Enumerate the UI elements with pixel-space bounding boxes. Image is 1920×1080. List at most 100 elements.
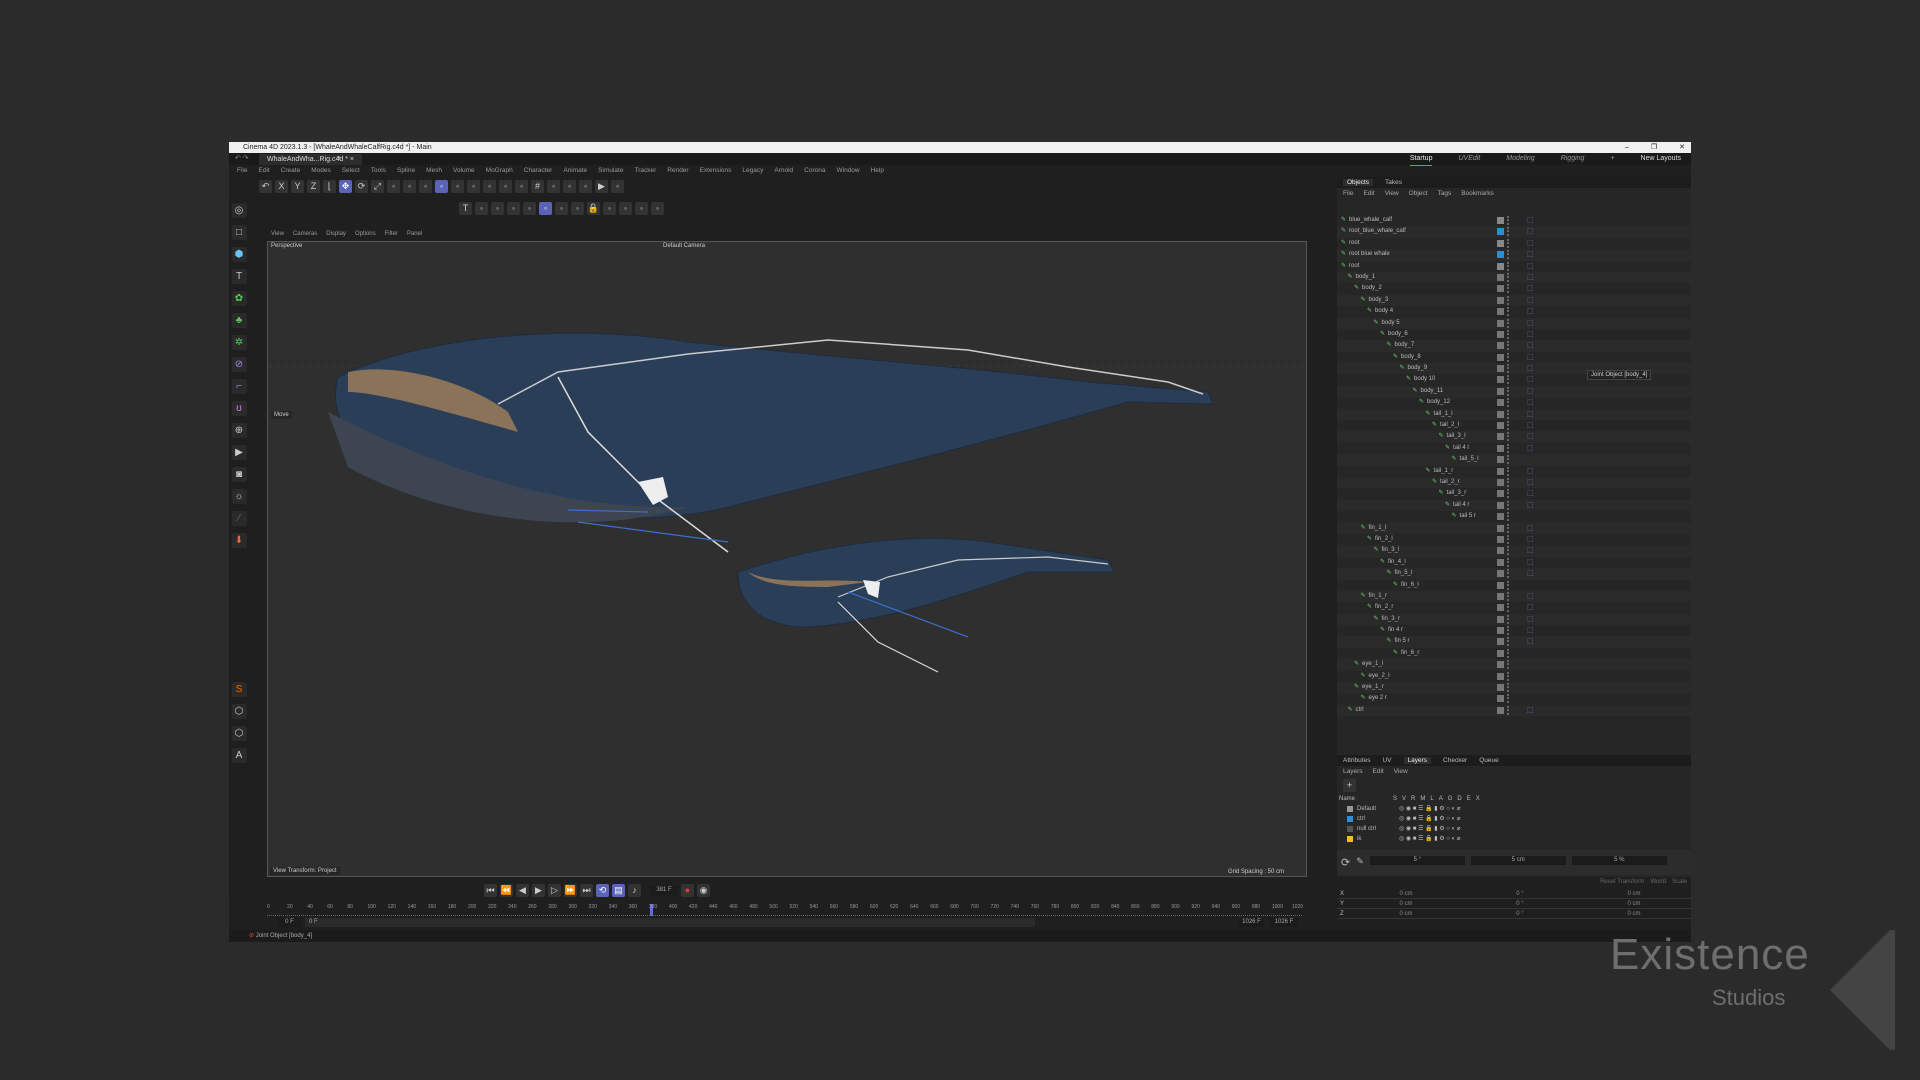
visibility-dots[interactable] bbox=[1507, 421, 1509, 431]
object-row[interactable]: ✎ tail_3_l ⬚ bbox=[1337, 431, 1691, 443]
object-row[interactable]: ✎ body 4 ⬚ bbox=[1337, 306, 1691, 317]
layer-swatch[interactable] bbox=[1497, 285, 1504, 293]
ik-tag-icon[interactable]: ⬚ bbox=[1527, 386, 1534, 397]
object-row[interactable]: ✎ root ⬚ bbox=[1337, 238, 1691, 249]
ik-tag-icon[interactable]: ⬚ bbox=[1527, 636, 1534, 647]
undo-icon[interactable]: ↶ bbox=[259, 180, 272, 193]
layer-swatch[interactable] bbox=[1497, 604, 1504, 612]
objects-menu-tags[interactable]: Tags bbox=[1437, 190, 1451, 197]
ik-tag-icon[interactable]: ⬚ bbox=[1527, 226, 1534, 237]
object-row[interactable]: ✎ fin_3_l ⬚ bbox=[1337, 545, 1691, 557]
texture-mode-icon[interactable]: ◦ bbox=[451, 180, 464, 193]
layer-toggles-icon[interactable]: ◎ ◉ ■ ☰ 🔒 ▮ ⚙ ○ ◐ ⌀ bbox=[1399, 834, 1461, 844]
current-frame-field[interactable]: 381 F bbox=[650, 886, 678, 895]
layer-swatch[interactable] bbox=[1497, 376, 1504, 384]
layer-swatch[interactable] bbox=[1497, 592, 1504, 600]
object-row[interactable]: ✎ fin_3_r ⬚ bbox=[1337, 613, 1691, 626]
object-row[interactable]: ✎ tail_3_r ⬚ bbox=[1337, 488, 1691, 499]
ik-tag-icon[interactable]: ⬚ bbox=[1527, 238, 1534, 249]
layer-swatch[interactable] bbox=[1497, 672, 1504, 680]
rectangle-icon[interactable]: □ bbox=[231, 225, 247, 240]
visibility-dots[interactable] bbox=[1507, 307, 1509, 317]
end-frame-field[interactable]: 1026 F bbox=[1269, 918, 1299, 927]
visibility-dots[interactable] bbox=[1507, 603, 1509, 613]
ik-tag-icon[interactable]: ⬚ bbox=[1527, 363, 1534, 374]
preview-end-field[interactable]: 1026 F bbox=[1239, 918, 1264, 927]
menu-animate[interactable]: Animate bbox=[563, 165, 587, 177]
layer-toggles-icon[interactable]: ◎ ◉ ■ ☰ 🔒 ▮ ⚙ ○ ◐ ⌀ bbox=[1399, 804, 1461, 814]
visibility-dots[interactable] bbox=[1507, 341, 1509, 351]
layer-name[interactable]: Default bbox=[1357, 804, 1395, 814]
new-tab-button[interactable]: + bbox=[337, 153, 341, 165]
object-row[interactable]: ✎ body 5 ⬚ bbox=[1337, 317, 1691, 329]
menu-spline[interactable]: Spline bbox=[397, 165, 415, 177]
visibility-dots[interactable] bbox=[1507, 432, 1509, 442]
visibility-dots[interactable] bbox=[1507, 534, 1509, 544]
object-row[interactable]: ✎ tail_1_l ⬚ bbox=[1337, 408, 1691, 421]
paint-drop-icon[interactable]: ⬇ bbox=[231, 533, 247, 548]
lock-icon[interactable]: 🔒 bbox=[587, 202, 600, 215]
object-row[interactable]: ✎ eye_1_l bbox=[1337, 659, 1691, 671]
layer-swatch[interactable] bbox=[1497, 217, 1504, 224]
plugin-a-icon[interactable]: ◦ bbox=[507, 202, 520, 215]
ik-tag-icon[interactable]: ⬚ bbox=[1527, 318, 1534, 329]
visibility-dots[interactable] bbox=[1507, 409, 1509, 419]
coord-system-icon[interactable]: ⌊ bbox=[323, 180, 336, 193]
layer-color-swatch[interactable] bbox=[1347, 816, 1353, 822]
menu-character[interactable]: Character bbox=[524, 165, 553, 177]
menu-extensions[interactable]: Extensions bbox=[700, 165, 732, 177]
object-row[interactable]: ✎ fin_6_l bbox=[1337, 580, 1691, 591]
menu-modes[interactable]: Modes bbox=[311, 165, 331, 177]
ik-tag-icon[interactable]: ⬚ bbox=[1527, 215, 1534, 226]
arnold-icon[interactable]: A bbox=[231, 748, 247, 763]
layer-name[interactable]: null ctrl bbox=[1357, 824, 1395, 834]
sound-icon[interactable]: ♪ bbox=[628, 884, 641, 897]
ik-tag-icon[interactable]: ⬚ bbox=[1527, 602, 1534, 613]
object-row[interactable]: ✎ body_11 ⬚ bbox=[1337, 385, 1691, 398]
layer-swatch[interactable] bbox=[1497, 547, 1504, 555]
object-row[interactable]: ✎ fin_1_r ⬚ bbox=[1337, 590, 1691, 603]
tab-attributes[interactable]: Attributes bbox=[1343, 757, 1370, 764]
render-icon[interactable]: ▶ bbox=[595, 180, 608, 193]
object-row[interactable]: ✎ tail_1_r ⬚ bbox=[1337, 466, 1691, 477]
generator-icon[interactable]: ✿ bbox=[231, 291, 247, 306]
scene-icon[interactable]: ▶ bbox=[231, 445, 247, 460]
visibility-dots[interactable] bbox=[1507, 284, 1509, 294]
layer-swatch[interactable] bbox=[1497, 490, 1504, 498]
cube-icon[interactable]: ⬢ bbox=[231, 247, 247, 262]
layer-swatch[interactable] bbox=[1497, 478, 1504, 486]
object-row[interactable]: ✎ root blue whale ⬚ bbox=[1337, 249, 1691, 261]
coord-field[interactable]: 0 cm bbox=[1349, 899, 1463, 908]
ik-tag-icon[interactable]: ⬚ bbox=[1527, 261, 1534, 272]
coord-field[interactable]: 0 ° bbox=[1463, 909, 1577, 918]
layer-color-swatch[interactable] bbox=[1347, 836, 1353, 842]
hex-a-icon[interactable]: ⬡ bbox=[231, 704, 247, 719]
add-layer-button[interactable]: + bbox=[1343, 779, 1356, 792]
object-row[interactable]: ✎ fin_1_l ⬚ bbox=[1337, 522, 1691, 534]
visibility-dots[interactable] bbox=[1507, 318, 1509, 328]
object-row[interactable]: ✎ tail 4 l ⬚ bbox=[1337, 443, 1691, 454]
reset-transform-button[interactable]: Reset Transform bbox=[1600, 879, 1644, 885]
viewport[interactable]: Perspective Default Camera Move View Tra… bbox=[267, 241, 1308, 877]
visibility-dots[interactable] bbox=[1507, 272, 1509, 282]
layer-swatch[interactable] bbox=[1497, 501, 1504, 509]
visibility-dots[interactable] bbox=[1507, 443, 1509, 453]
ik-tag-icon[interactable]: ⬚ bbox=[1527, 374, 1534, 385]
ik-tag-icon[interactable]: ⬚ bbox=[1527, 329, 1534, 340]
layer-row[interactable]: null ctrl ◎ ◉ ■ ☰ 🔒 ▮ ⚙ ○ ◐ ⌀ bbox=[1337, 824, 1691, 834]
menu-simulate[interactable]: Simulate bbox=[598, 165, 623, 177]
object-row[interactable]: ✎ body_6 ⬚ bbox=[1337, 329, 1691, 340]
visibility-dots[interactable] bbox=[1507, 671, 1509, 681]
go-to-start-icon[interactable]: ⏮ bbox=[484, 884, 497, 897]
menu-render[interactable]: Render bbox=[667, 165, 688, 177]
object-row[interactable]: ✎ tail_2_r ⬚ bbox=[1337, 476, 1691, 489]
layer-swatch[interactable] bbox=[1497, 319, 1504, 327]
layer-swatch[interactable] bbox=[1497, 251, 1504, 259]
layer-swatch[interactable] bbox=[1497, 570, 1504, 578]
object-row[interactable]: ✎ fin_6_r bbox=[1337, 648, 1691, 659]
scale-snap-field[interactable]: 5 % bbox=[1571, 856, 1667, 865]
visibility-dots[interactable] bbox=[1507, 705, 1509, 715]
text-object-icon[interactable]: ◦ bbox=[491, 202, 504, 215]
ik-tag-icon[interactable]: ⬚ bbox=[1527, 306, 1534, 317]
objects-menu-bookmarks[interactable]: Bookmarks bbox=[1461, 190, 1494, 197]
